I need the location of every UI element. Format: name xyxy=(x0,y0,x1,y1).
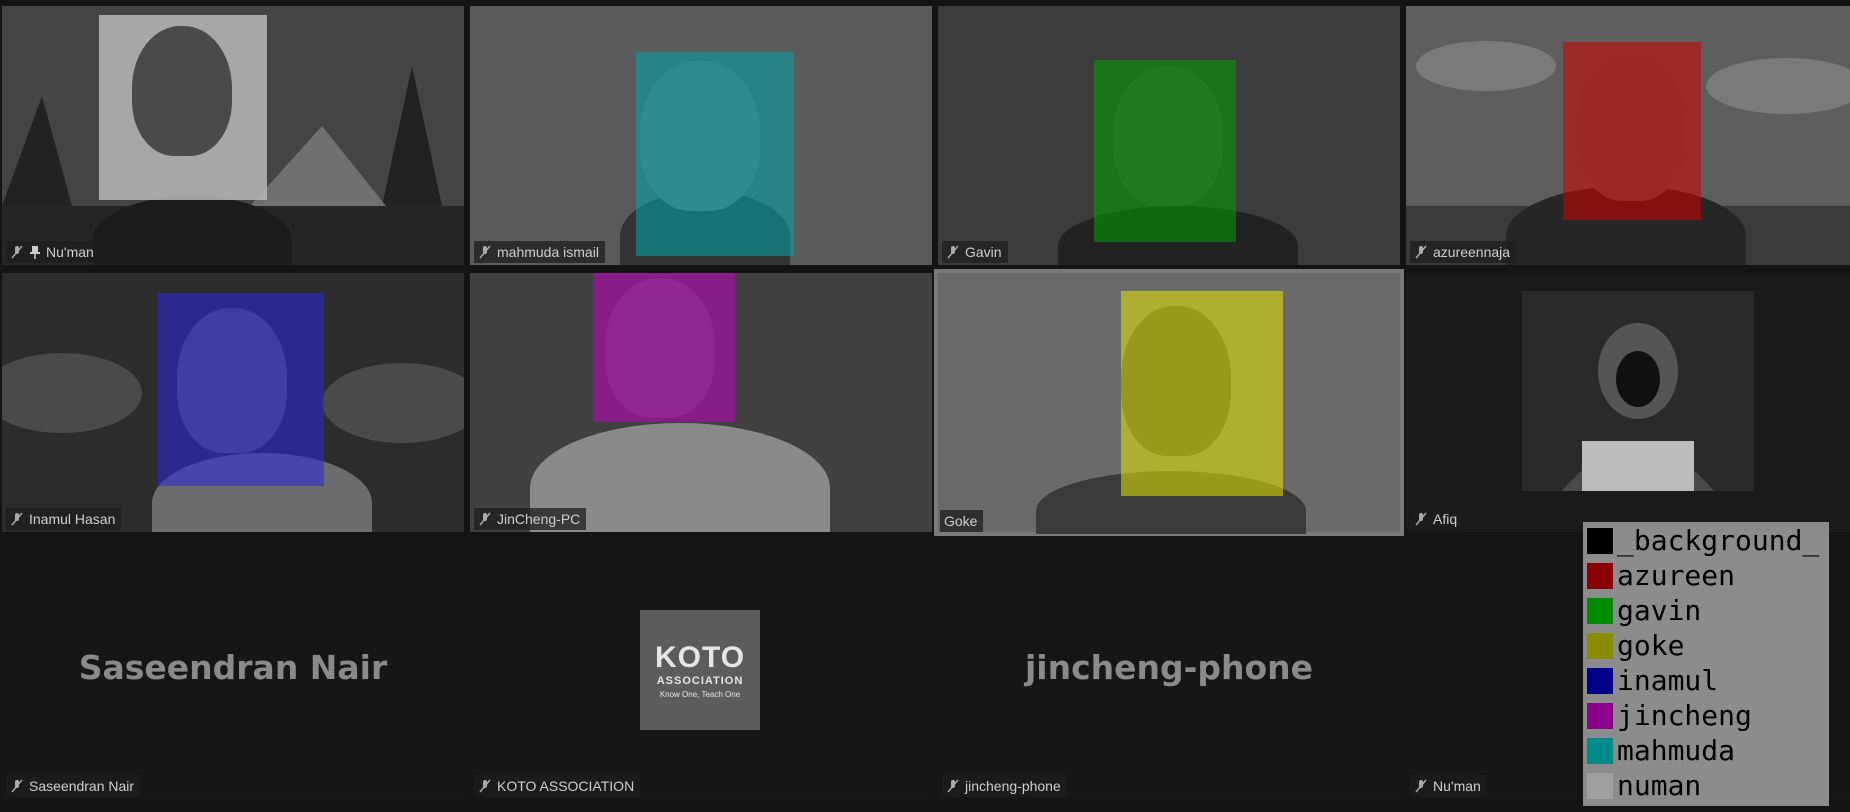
legend-label: inamul xyxy=(1617,664,1719,697)
mic-off-icon xyxy=(479,512,491,526)
nameplate: Inamul Hasan xyxy=(6,508,122,530)
mic-off-icon xyxy=(11,245,23,259)
mic-off-icon xyxy=(11,779,23,793)
participant-display-name: jincheng-phone xyxy=(1024,648,1314,687)
video-tile[interactable]: Saseendran Nair Saseendran Nair xyxy=(2,540,464,799)
legend-swatch xyxy=(1587,598,1613,624)
legend-label: jincheng xyxy=(1617,699,1752,732)
nameplate: Gavin xyxy=(942,241,1008,263)
legend-swatch xyxy=(1587,563,1613,589)
legend-label: azureen xyxy=(1617,559,1736,592)
mic-off-icon xyxy=(1415,779,1427,793)
nameplate: jincheng-phone xyxy=(942,775,1067,797)
logo-tagline: Know One, Teach One xyxy=(659,690,741,699)
nameplate: azureennaja xyxy=(1410,241,1517,263)
mic-off-icon xyxy=(947,245,959,259)
participant-name: Inamul Hasan xyxy=(29,511,116,527)
participant-name: Afiq xyxy=(1433,511,1458,527)
nameplate: KOTO ASSOCIATION xyxy=(474,775,641,797)
legend-swatch xyxy=(1587,773,1613,799)
legend-label: _background_ xyxy=(1617,524,1820,557)
video-tile[interactable]: KOTO ASSOCIATION Know One, Teach One KOT… xyxy=(470,540,932,799)
participant-name: JinCheng-PC xyxy=(497,511,581,527)
face-mask-goke xyxy=(1121,291,1283,496)
legend-item: azureen xyxy=(1587,559,1735,593)
face-mask-inamul xyxy=(158,293,324,486)
legend-item: numan xyxy=(1587,769,1701,803)
nameplate: mahmuda ismail xyxy=(474,241,605,263)
legend-item: _background_ xyxy=(1587,524,1819,558)
nameplate: JinCheng-PC xyxy=(474,508,587,530)
participant-name: azureennaja xyxy=(1433,244,1511,260)
video-tile-active-speaker[interactable]: Goke xyxy=(934,269,1404,536)
participant-name: Nu'man xyxy=(1433,778,1481,794)
video-tile[interactable]: jincheng-phone jincheng-phone xyxy=(938,540,1400,799)
face-mask-gavin xyxy=(1094,60,1236,242)
mic-off-icon xyxy=(1415,512,1427,526)
legend-item: gavin xyxy=(1587,594,1701,628)
participant-name: Saseendran Nair xyxy=(29,778,135,794)
participant-name: Goke xyxy=(944,513,978,529)
face-mask-mahmuda xyxy=(636,52,794,256)
legend-item: goke xyxy=(1587,629,1684,663)
mic-off-icon xyxy=(947,779,959,793)
mic-off-icon xyxy=(1415,245,1427,259)
legend-label: mahmuda xyxy=(1617,734,1736,767)
legend-label: goke xyxy=(1617,629,1685,662)
face xyxy=(132,26,232,156)
mic-off-icon xyxy=(479,245,491,259)
nameplate: Nu'man xyxy=(1410,775,1487,797)
legend-item: jincheng xyxy=(1587,699,1752,733)
legend-item: mahmuda xyxy=(1587,734,1735,768)
participant-name: KOTO ASSOCIATION xyxy=(497,778,635,794)
legend-label: gavin xyxy=(1617,594,1702,627)
legend-label: numan xyxy=(1617,769,1702,802)
video-grid: Nu'man mahmuda ismail Gavin azureennaja … xyxy=(2,6,1850,808)
video-tile[interactable]: JinCheng-PC xyxy=(470,273,932,532)
legend-item: inamul xyxy=(1587,664,1718,698)
face-mask-azureen xyxy=(1563,42,1701,220)
nameplate: Saseendran Nair xyxy=(6,775,141,797)
segmentation-legend: _background_ azureen gavin goke inamul j… xyxy=(1583,522,1829,806)
video-tile[interactable]: Afiq xyxy=(1406,273,1850,532)
nameplate: Nu'man xyxy=(6,241,100,263)
legend-swatch xyxy=(1587,703,1613,729)
video-tile[interactable]: Inamul Hasan xyxy=(2,273,464,532)
legend-swatch xyxy=(1587,528,1613,554)
participant-name: Gavin xyxy=(965,244,1002,260)
legend-swatch xyxy=(1587,738,1613,764)
avatar-image xyxy=(1522,291,1754,491)
nameplate: Goke xyxy=(940,510,984,532)
koto-logo: KOTO ASSOCIATION Know One, Teach One xyxy=(640,610,760,730)
legend-swatch xyxy=(1587,633,1613,659)
mic-off-icon xyxy=(479,779,491,793)
logo-sub-text: ASSOCIATION xyxy=(656,675,744,687)
face-mask-jincheng xyxy=(593,273,735,422)
participant-name: mahmuda ismail xyxy=(497,244,599,260)
video-tile[interactable]: Nu'man xyxy=(2,6,464,265)
video-tile[interactable]: azureennaja xyxy=(1406,6,1850,265)
participant-name: jincheng-phone xyxy=(965,778,1061,794)
video-tile[interactable]: mahmuda ismail xyxy=(470,6,932,265)
legend-swatch xyxy=(1587,668,1613,694)
nameplate: Afiq xyxy=(1410,508,1464,530)
pin-icon xyxy=(30,246,40,259)
participant-display-name: Saseendran Nair xyxy=(78,648,388,687)
video-tile[interactable]: Gavin xyxy=(938,6,1400,265)
mic-off-icon xyxy=(11,512,23,526)
participant-name: Nu'man xyxy=(46,244,94,260)
logo-main-text: KOTO xyxy=(654,641,746,674)
